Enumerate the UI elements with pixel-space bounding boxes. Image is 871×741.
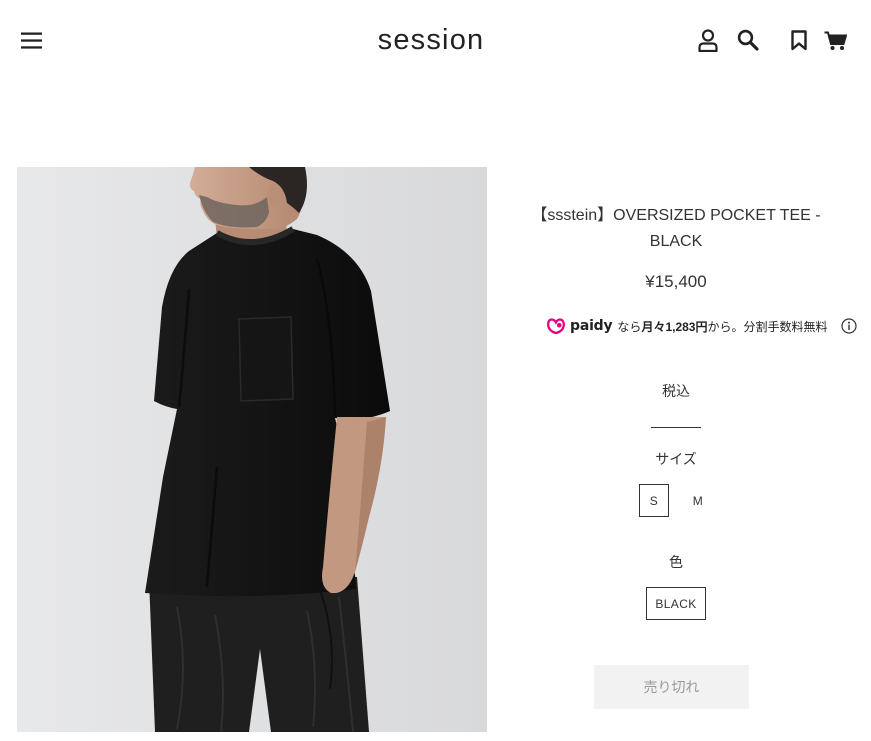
- color-label: 色: [669, 554, 683, 570]
- size-option-s[interactable]: S: [639, 484, 669, 517]
- paidy-text-suffix: から。分割手数料無料: [707, 319, 828, 334]
- color-options: BLACK: [500, 587, 852, 620]
- product-image[interactable]: [17, 167, 487, 732]
- sold-out-button[interactable]: 売り切れ: [594, 665, 749, 709]
- info-icon-dot: [848, 321, 850, 324]
- divider: [651, 427, 701, 428]
- paidy-monthly-amount: 月々1,283円: [641, 319, 708, 334]
- paidy-mark-dot: [557, 322, 562, 328]
- tax-note: 税込: [662, 383, 690, 399]
- hamburger-menu-icon: [21, 32, 42, 49]
- menu-line: [21, 46, 42, 49]
- menu-line: [21, 32, 42, 35]
- size-label: サイズ: [655, 451, 697, 467]
- info-icon[interactable]: [841, 318, 857, 334]
- size-option-m[interactable]: M: [683, 484, 713, 517]
- product-title: 【ssstein】OVERSIZED POCKET TEE - BLACK: [531, 207, 821, 250]
- menu-line: [21, 39, 42, 42]
- paidy-installment-banner: paidy なら月々1,283円から。分割手数料無料: [547, 316, 857, 336]
- size-options: S M: [500, 484, 852, 517]
- info-icon-stem: [848, 324, 850, 330]
- menu-button[interactable]: [21, 32, 42, 49]
- product-price: ¥15,400: [645, 272, 707, 291]
- paidy-logo-icon: [547, 317, 565, 335]
- model-ear: [268, 183, 282, 207]
- paidy-logo-text: paidy: [570, 318, 613, 334]
- paidy-text-prefix: なら: [617, 319, 642, 334]
- product-info: 【ssstein】OVERSIZED POCKET TEE - BLACK ¥1…: [500, 0, 852, 741]
- paidy-mark-outline: [547, 318, 565, 335]
- product-photo: [17, 167, 487, 732]
- color-option-black[interactable]: BLACK: [646, 587, 706, 620]
- tshirt-pocket: [238, 316, 294, 402]
- paidy-message: なら月々1,283円から。分割手数料無料: [617, 318, 836, 335]
- paidy-mark: [547, 318, 565, 335]
- info-icon-glyph: [841, 318, 857, 334]
